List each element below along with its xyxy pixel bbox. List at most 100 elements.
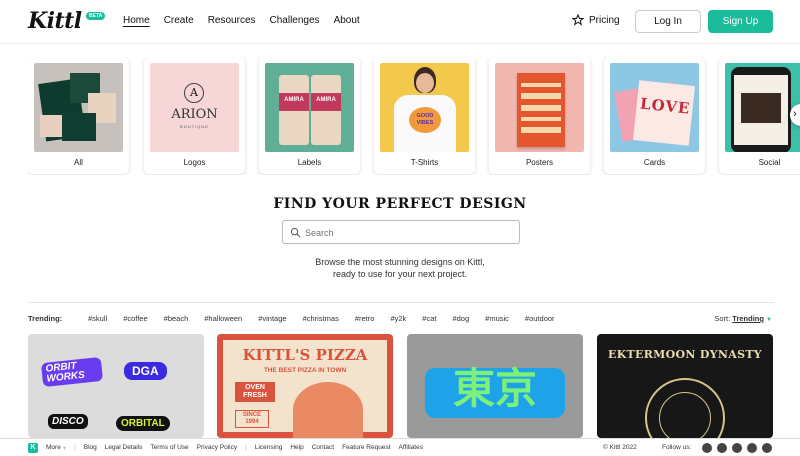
- logos-thumb-sub: BOUTIQUE: [180, 124, 209, 129]
- footer-link[interactable]: Terms of Use: [150, 444, 188, 452]
- trending-label: Trending:: [28, 314, 63, 323]
- logos-thumb-name: ARION: [171, 107, 218, 122]
- footer-link[interactable]: Privacy Policy: [197, 444, 237, 452]
- tshirts-thumbnail: GOOD VIBES: [380, 63, 469, 152]
- chevron-right-icon: ›: [793, 108, 797, 120]
- design-text: KITTL'S PIZZA: [242, 346, 368, 364]
- divider: |: [74, 444, 76, 451]
- category-label: Cards: [643, 158, 666, 167]
- category-card-posters[interactable]: Posters: [489, 57, 590, 174]
- footer: K More ▾ | Blog Legal Details Terms of U…: [0, 438, 800, 456]
- design-card[interactable]: KITTL'S PIZZA THE BEST PIZZA IN TOWN OVE…: [217, 334, 393, 438]
- copyright: © Kittl 2022: [603, 444, 637, 451]
- divider: |: [245, 444, 247, 451]
- trending-tag[interactable]: #cat: [422, 314, 436, 323]
- all-thumbnail: [34, 63, 123, 152]
- labels-thumb-text: AMIRA: [284, 97, 304, 103]
- hero-title: FIND YOUR PERFECT DESIGN: [273, 196, 527, 212]
- caret-down-icon: ▼: [766, 317, 772, 323]
- beta-badge: BETA: [86, 12, 106, 20]
- nav-home[interactable]: Home: [123, 15, 150, 26]
- youtube-icon[interactable]: [717, 443, 727, 453]
- sort-dropdown[interactable]: Sort: Trending ▼: [714, 314, 772, 323]
- pricing-label: Pricing: [589, 14, 620, 26]
- footer-link[interactable]: Blog: [84, 444, 97, 452]
- search-input[interactable]: [305, 225, 505, 240]
- search-icon: [290, 227, 301, 238]
- nav-challenges[interactable]: Challenges: [270, 15, 320, 26]
- posters-thumbnail: [495, 63, 584, 152]
- pricing-link[interactable]: Pricing: [572, 14, 620, 26]
- design-text: ORBIT WORKS: [40, 356, 104, 388]
- labels-thumbnail: AMIRA AMIRA: [265, 63, 354, 152]
- signup-button[interactable]: Sign Up: [708, 10, 773, 33]
- footer-link[interactable]: Feature Request: [342, 444, 390, 452]
- footer-link[interactable]: Affiliates: [399, 444, 423, 452]
- trending-tag[interactable]: #dog: [452, 314, 469, 323]
- chevron-down-icon: ▾: [62, 445, 67, 452]
- labels-thumb-text: AMIRA: [316, 97, 336, 103]
- instagram-icon[interactable]: [732, 443, 742, 453]
- search-box[interactable]: [282, 220, 520, 244]
- design-card[interactable]: 東京: [407, 334, 583, 438]
- kittl-logo[interactable]: Kittl: [28, 8, 82, 34]
- top-nav: Kittl BETA Home Create Resources Challen…: [0, 0, 800, 44]
- nav-resources[interactable]: Resources: [208, 15, 256, 26]
- design-text: 東京: [452, 365, 537, 412]
- pinterest-icon[interactable]: [747, 443, 757, 453]
- cards-thumbnail: LOVE: [610, 63, 699, 152]
- social-thumbnail: [725, 63, 800, 152]
- category-card-tshirts[interactable]: GOOD VIBES T-Shirts: [374, 57, 475, 174]
- trending-tag[interactable]: #outdoor: [525, 314, 555, 323]
- category-label: Logos: [183, 158, 206, 167]
- facebook-icon[interactable]: [702, 443, 712, 453]
- design-text: EKTERMOON DYNASTY: [608, 348, 762, 361]
- footer-link[interactable]: Help: [290, 444, 303, 452]
- trending-tag[interactable]: #christmas: [303, 314, 339, 323]
- design-text: SINCE 1994: [235, 410, 269, 428]
- design-text: ORBITAL: [116, 416, 170, 431]
- sort-label: Sort:: [714, 314, 731, 323]
- trending-tag[interactable]: #y2k: [390, 314, 406, 323]
- trending-tag[interactable]: #music: [485, 314, 509, 323]
- design-text: DGA: [124, 362, 167, 380]
- design-text: THE BEST PIZZA IN TOWN: [263, 367, 347, 374]
- star-icon: [572, 14, 584, 26]
- nav-create[interactable]: Create: [164, 15, 194, 26]
- category-card-cards[interactable]: LOVE Cards: [604, 57, 705, 174]
- nav-about[interactable]: About: [334, 15, 360, 26]
- footer-link[interactable]: Legal Details: [105, 444, 143, 452]
- trending-tag[interactable]: #retro: [355, 314, 375, 323]
- design-card[interactable]: ORBIT WORKS DGA DISCO ORBITAL: [28, 334, 204, 438]
- hero-subtitle-line2: ready to use for your next project.: [332, 269, 468, 279]
- design-card[interactable]: EKTERMOON DYNASTY: [597, 334, 773, 438]
- sort-value: Trending: [732, 314, 764, 323]
- tshirt-thumb-text: GOOD VIBES: [416, 113, 434, 126]
- trending-tag[interactable]: #skull: [88, 314, 107, 323]
- category-carousel: All A ARION BOUTIQUE Logos AMIRA AMIRA L…: [28, 57, 800, 175]
- login-button[interactable]: Log In: [635, 10, 701, 33]
- trending-tag[interactable]: #beach: [164, 314, 189, 323]
- footer-link[interactable]: Contact: [312, 444, 334, 452]
- main-nav: Home Create Resources Challenges About: [123, 15, 374, 26]
- trending-tag[interactable]: #vintage: [258, 314, 286, 323]
- category-label: All: [74, 158, 83, 167]
- logos-thumbnail: A ARION BOUTIQUE: [150, 63, 239, 152]
- footer-more[interactable]: More: [46, 444, 61, 452]
- trending-tags: #skull #coffee #beach #halloween #vintag…: [88, 314, 571, 323]
- trending-tag[interactable]: #coffee: [123, 314, 147, 323]
- footer-links: More ▾ | Blog Legal Details Terms of Use…: [46, 444, 431, 452]
- follow-us-label: Follow us:: [662, 444, 692, 451]
- category-label: Posters: [525, 158, 554, 167]
- twitter-icon[interactable]: [762, 443, 772, 453]
- kittl-footer-logo[interactable]: K: [28, 443, 38, 453]
- trending-bar: Trending: #skull #coffee #beach #hallowe…: [28, 302, 774, 332]
- category-label: Labels: [297, 158, 322, 167]
- category-label: T-Shirts: [410, 158, 439, 167]
- category-card-all[interactable]: All: [28, 57, 129, 174]
- category-card-social[interactable]: Social: [719, 57, 800, 174]
- trending-tag[interactable]: #halloween: [204, 314, 242, 323]
- category-card-logos[interactable]: A ARION BOUTIQUE Logos: [144, 57, 245, 174]
- category-card-labels[interactable]: AMIRA AMIRA Labels: [259, 57, 360, 174]
- footer-link[interactable]: Licensing: [255, 444, 282, 452]
